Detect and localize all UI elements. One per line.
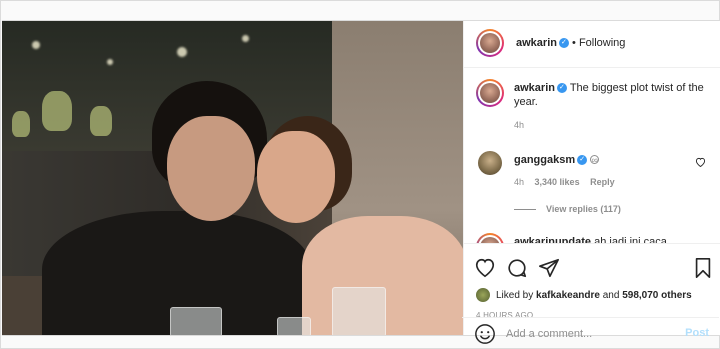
verified-badge-icon: ✓ <box>558 38 569 49</box>
comments-section[interactable]: awkarin ✓ The biggest plot twist of the y… <box>464 69 720 244</box>
comment-avatar[interactable] <box>476 233 504 243</box>
comment-username[interactable]: ganggaksm <box>514 154 575 166</box>
caption-meta: 4h <box>514 120 532 130</box>
bookmark-icon[interactable] <box>692 257 714 279</box>
photo-light <box>242 35 249 42</box>
comment-icon[interactable] <box>506 257 528 279</box>
comment-username[interactable]: awkarinupdate <box>514 236 591 243</box>
view-replies-line <box>514 209 536 211</box>
comment-like-heart-icon[interactable] <box>695 157 706 170</box>
instagram-post-window: awkarin ✓ • Following awkarin ✓ The bigges… <box>0 0 720 349</box>
photo-glass <box>277 317 311 335</box>
caption: awkarin ✓ The biggest plot twist of the y… <box>514 81 706 109</box>
smiley-icon[interactable] <box>474 323 496 345</box>
author-username[interactable]: awkarin <box>516 37 557 49</box>
photo-light <box>32 41 40 49</box>
comment-avatar[interactable] <box>478 151 502 175</box>
post-photo[interactable] <box>2 21 463 335</box>
separator-dot: • <box>572 37 579 49</box>
verified-badge-icon: ✓ <box>556 83 567 94</box>
post-comment-button[interactable]: Post <box>685 327 709 339</box>
likes-count[interactable]: 598,070 others <box>622 290 692 301</box>
photo-jar <box>332 287 386 335</box>
comment-meta: 4h 3,340 likes Reply <box>514 177 623 187</box>
caption-username[interactable]: awkarin <box>514 82 555 94</box>
post-card: awkarin ✓ • Following awkarin ✓ The bigges… <box>2 20 720 336</box>
likes-middle: and <box>599 290 623 301</box>
post-header: awkarin ✓ • Following <box>464 21 720 68</box>
paper-plane-icon[interactable] <box>538 257 560 279</box>
photo-light <box>107 59 113 65</box>
comment-reply-button[interactable]: Reply <box>590 177 615 187</box>
comment: ganggaksm ✓ ∞ <box>514 153 706 167</box>
photo-glass <box>170 307 222 335</box>
comment-time[interactable]: 4h <box>514 177 524 187</box>
caption-time[interactable]: 4h <box>514 120 524 130</box>
view-replies-label: View replies (117) <box>546 204 621 214</box>
post-sidebar: awkarin ✓ • Following awkarin ✓ The bigges… <box>463 21 720 335</box>
photo-plant <box>42 91 72 131</box>
likes-prefix: Liked by <box>496 290 537 301</box>
follow-status-button[interactable]: Following <box>579 37 625 49</box>
infinity-icon: ∞ <box>590 155 600 165</box>
like-heart-icon[interactable] <box>474 257 496 279</box>
photo-plant <box>12 111 30 137</box>
likes-first-user[interactable]: kafkakeandre <box>536 290 600 301</box>
photo-person-right-face <box>257 131 335 223</box>
photo-plant <box>90 106 112 136</box>
verified-badge-icon: ✓ <box>577 155 588 166</box>
likes-summary: Liked by kafkakeandre and 598,070 others <box>496 290 692 301</box>
liker-avatar[interactable] <box>476 288 490 302</box>
comment-likes[interactable]: 3,340 likes <box>535 177 580 187</box>
author-avatar[interactable] <box>476 29 504 57</box>
comment: awkarinupdate ah jadi ini caca <box>514 235 706 244</box>
photo-light <box>177 47 187 57</box>
add-comment-bar: Post <box>462 317 719 349</box>
view-replies-button[interactable]: View replies (117) <box>514 204 621 214</box>
add-comment-input[interactable] <box>506 326 676 342</box>
photo-person-left-face <box>167 116 255 221</box>
header-info: awkarin ✓ • Following <box>516 37 625 49</box>
caption-avatar[interactable] <box>476 79 504 107</box>
comment-text: ah jadi ini caca <box>594 236 667 244</box>
